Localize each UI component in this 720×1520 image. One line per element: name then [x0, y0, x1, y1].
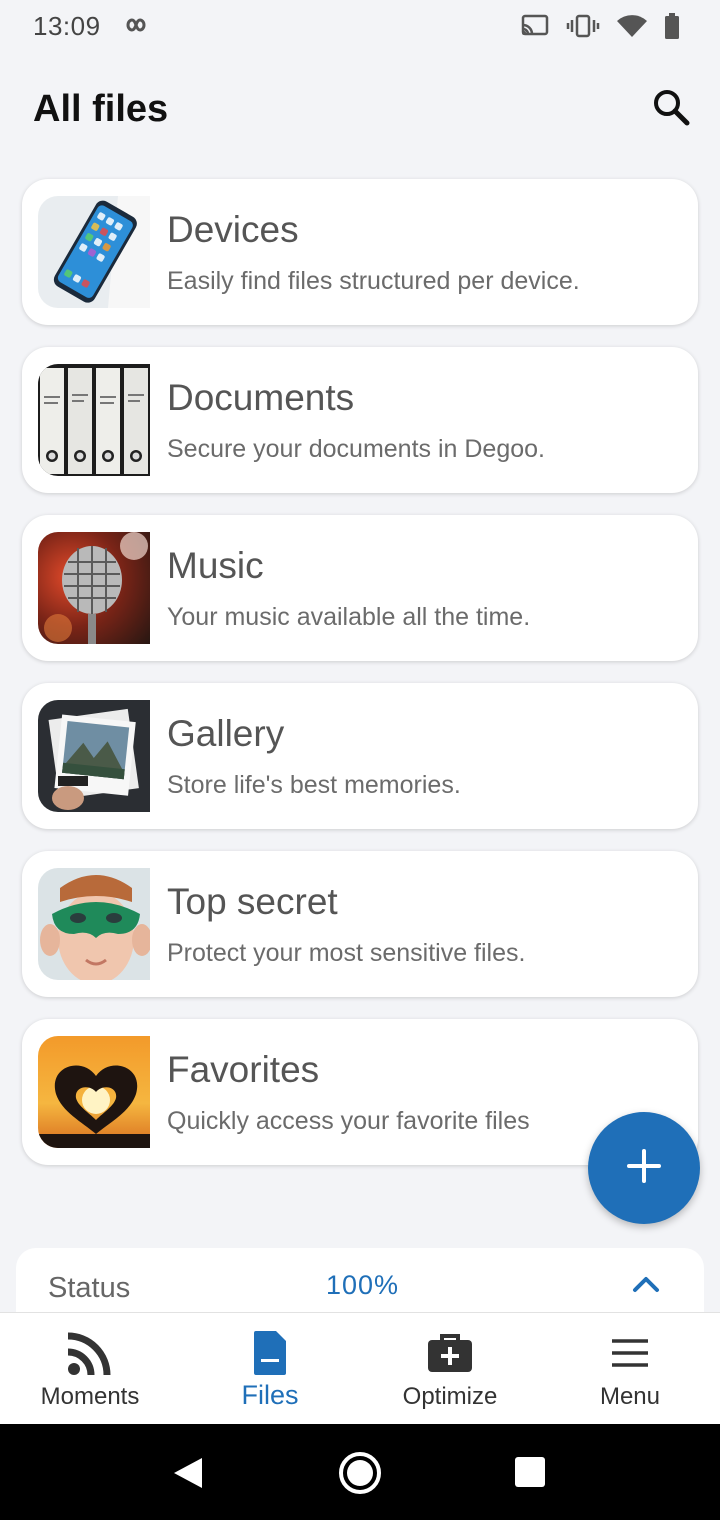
card-title: Documents: [167, 377, 355, 418]
battery-icon: [664, 12, 680, 45]
infinity-icon: [120, 12, 150, 43]
nav-item-optimize[interactable]: Optimize: [360, 1313, 540, 1425]
medkit-icon: [424, 1327, 476, 1379]
card-subtitle: Protect your most sensitive files.: [167, 939, 526, 967]
nav-label: Files: [241, 1380, 299, 1410]
plus-icon: [626, 1148, 662, 1189]
chevron-up-icon[interactable]: [632, 1274, 660, 1299]
system-navigation-bar: [0, 1424, 720, 1520]
card-devices[interactable]: Devices Easily find files structured per…: [22, 179, 698, 325]
status-label: Status: [48, 1272, 131, 1304]
nav-label: Optimize: [402, 1383, 498, 1410]
card-subtitle: Your music available all the time.: [167, 603, 531, 631]
nav-label: Menu: [599, 1383, 661, 1410]
card-title: Top secret: [167, 881, 338, 922]
status-value: 100%: [326, 1270, 400, 1300]
home-icon[interactable]: [337, 1450, 383, 1501]
bottom-navigation: Moments Files Optimize Menu: [0, 1312, 720, 1424]
card-title: Gallery: [167, 713, 285, 754]
add-button[interactable]: [588, 1112, 700, 1224]
card-subtitle: Quickly access your favorite files: [167, 1107, 530, 1135]
favorites-thumbnail: [38, 1036, 150, 1148]
search-button[interactable]: [648, 86, 694, 132]
music-thumbnail: [38, 532, 150, 644]
nav-item-moments[interactable]: Moments: [0, 1313, 180, 1425]
nav-label: Moments: [40, 1383, 140, 1410]
gallery-thumbnail: [38, 700, 150, 812]
card-subtitle: Store life's best memories.: [167, 771, 461, 799]
nav-item-menu[interactable]: Menu: [540, 1313, 720, 1425]
top-secret-thumbnail: [38, 868, 150, 980]
file-icon: [244, 1327, 296, 1379]
page-title: All files: [33, 88, 169, 130]
rss-icon: [64, 1327, 116, 1379]
status-time: 13:09: [33, 11, 101, 41]
vibrate-icon: [566, 13, 600, 44]
card-subtitle: Secure your documents in Degoo.: [167, 435, 545, 463]
card-documents[interactable]: Documents Secure your documents in Degoo…: [22, 347, 698, 493]
card-title: Devices: [167, 209, 299, 250]
status-bar: 13:09: [0, 0, 720, 54]
devices-thumbnail: [38, 196, 150, 308]
card-gallery[interactable]: Gallery Store life's best memories.: [22, 683, 698, 829]
card-title: Music: [167, 545, 264, 586]
cast-icon: [520, 13, 550, 44]
card-subtitle: Easily find files structured per device.: [167, 267, 580, 295]
documents-thumbnail: [38, 364, 150, 476]
hamburger-icon: [604, 1327, 656, 1379]
nav-item-files[interactable]: Files: [180, 1313, 360, 1425]
card-music[interactable]: Music Your music available all the time.: [22, 515, 698, 661]
card-top-secret[interactable]: Top secret Protect your most sensitive f…: [22, 851, 698, 997]
recents-icon[interactable]: [514, 1456, 546, 1493]
wifi-icon: [616, 13, 648, 44]
card-title: Favorites: [167, 1049, 320, 1090]
search-icon: [651, 87, 691, 132]
back-icon[interactable]: [172, 1456, 204, 1495]
